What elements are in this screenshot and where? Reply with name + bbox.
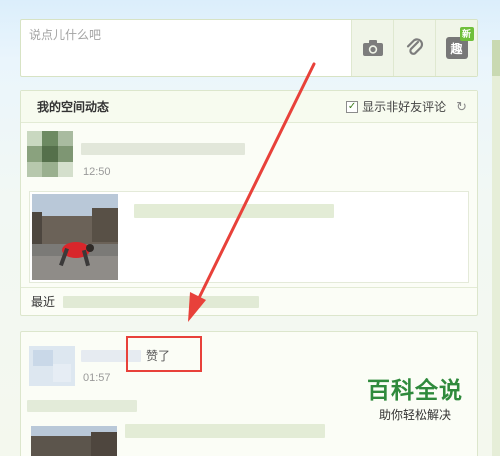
feed-title: 我的空间动态 bbox=[37, 100, 110, 114]
refresh-icon[interactable]: ↻ bbox=[456, 99, 467, 115]
paperclip-icon bbox=[406, 38, 423, 55]
blurred-username bbox=[81, 143, 245, 155]
new-badge: 新 bbox=[459, 27, 474, 41]
qu-glyph: 趣 bbox=[450, 41, 463, 56]
blurred-content bbox=[27, 400, 137, 412]
right-scroll-track bbox=[492, 40, 500, 456]
recent-activity-row: 最近 bbox=[21, 287, 477, 315]
shared-photo[interactable] bbox=[31, 426, 117, 456]
shared-content-card[interactable] bbox=[29, 191, 469, 283]
qu-icon: 趣 新 bbox=[445, 27, 474, 59]
blurred-recent-names bbox=[63, 295, 260, 308]
watermark-subtitle: 助你轻松解决 bbox=[378, 408, 451, 422]
camera-icon bbox=[362, 40, 383, 56]
highlight-box-annotation bbox=[126, 336, 202, 372]
watermark-logo: 百科全说 助你轻松解决 bbox=[350, 376, 480, 432]
my-space-feed-panel: 我的空间动态 ✓ 显示非好友评论 ↻ 12:50 最近 bbox=[20, 90, 478, 316]
avatar[interactable] bbox=[29, 346, 75, 386]
avatar[interactable] bbox=[27, 131, 73, 177]
shared-photo[interactable] bbox=[32, 194, 118, 280]
status-composer: 趣 新 bbox=[20, 19, 478, 77]
show-nonfriend-toggle[interactable]: ✓ 显示非好友评论 bbox=[346, 98, 446, 115]
recent-prefix: 最近 bbox=[31, 295, 56, 309]
add-photo-button[interactable] bbox=[351, 20, 393, 76]
add-link-button[interactable] bbox=[393, 20, 435, 76]
status-input[interactable] bbox=[29, 26, 349, 44]
show-nonfriend-checkbox[interactable]: ✓ bbox=[346, 100, 359, 113]
post-time: 01:57 bbox=[83, 372, 111, 384]
feed-header: 我的空间动态 ✓ 显示非好友评论 ↻ bbox=[21, 91, 477, 123]
right-side-tab[interactable] bbox=[492, 40, 500, 76]
post-time: 12:50 bbox=[83, 166, 111, 178]
fun-button[interactable]: 趣 新 bbox=[435, 20, 477, 76]
blurred-share-title bbox=[134, 204, 334, 218]
watermark-title: 百科全说 bbox=[367, 377, 463, 403]
show-nonfriend-label: 显示非好友评论 bbox=[362, 100, 447, 114]
blurred-share-title bbox=[125, 424, 325, 438]
